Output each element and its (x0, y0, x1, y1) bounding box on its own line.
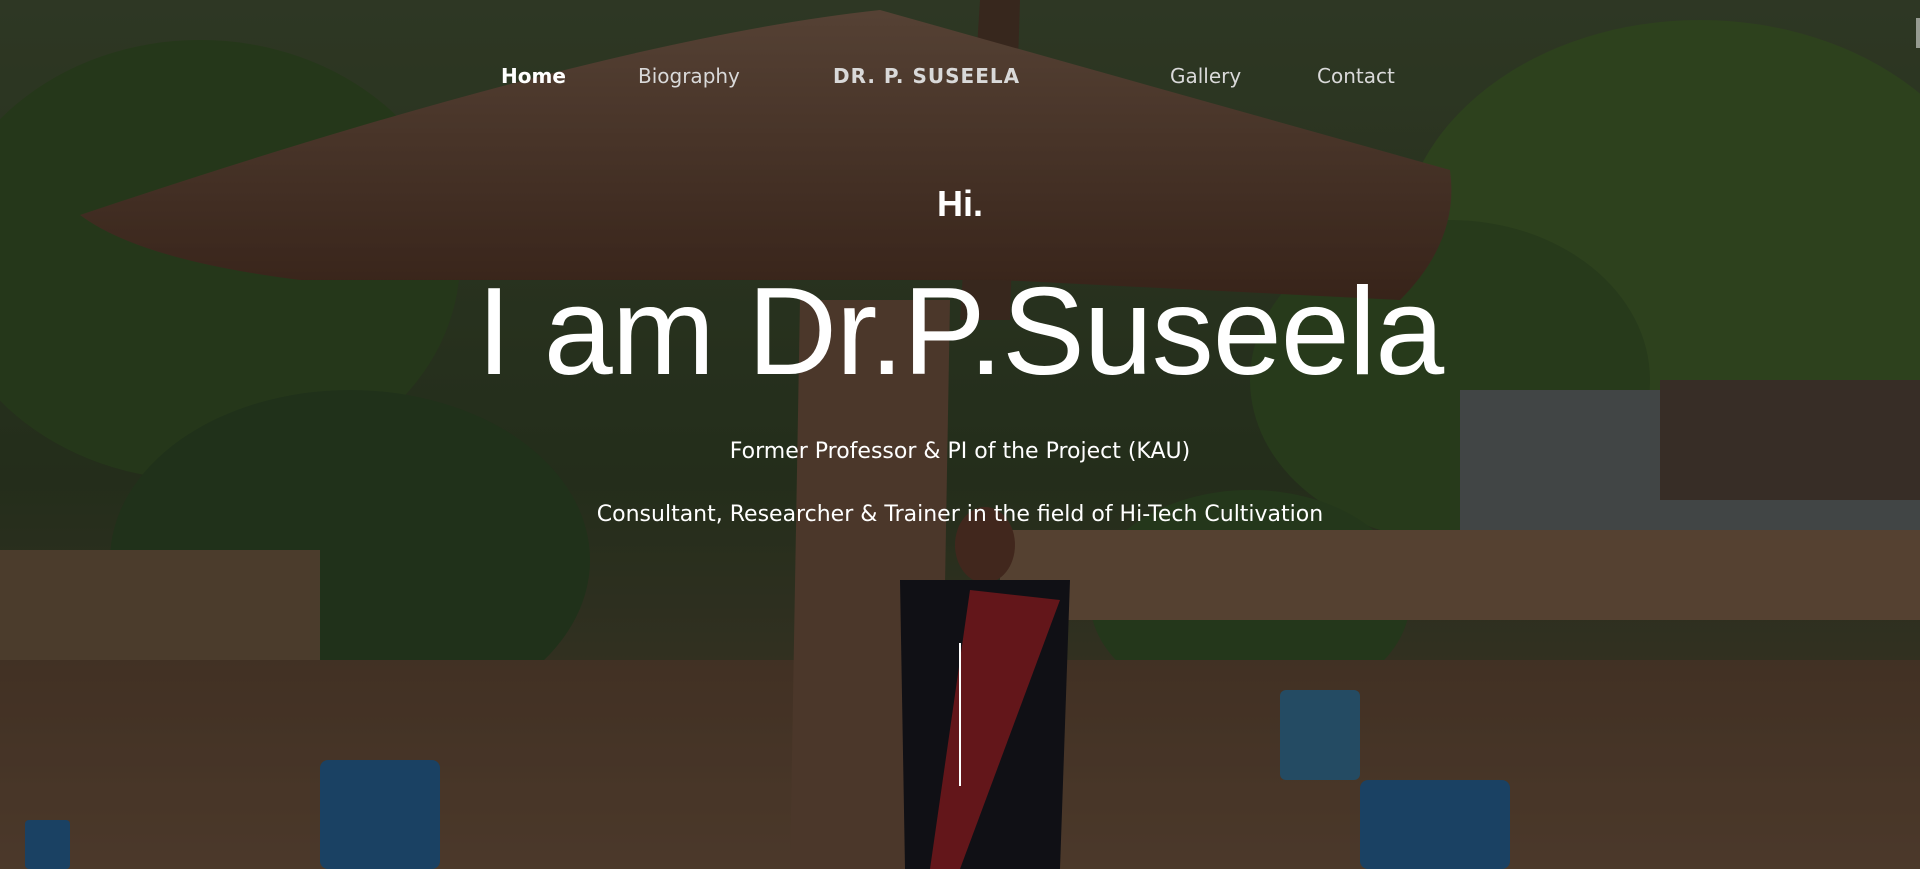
nav-home-link[interactable]: Home (501, 64, 566, 88)
page-scrollbar[interactable] (1916, 18, 1920, 48)
hero-greeting: Hi. (936, 183, 983, 224)
hero-subtitle-role: Former Professor & PI of the Project (KA… (729, 439, 1191, 464)
hero-headline: I am Dr.P.Suseela (476, 263, 1444, 401)
nav-gallery-link[interactable]: Gallery (1170, 64, 1241, 88)
nav-biography-link[interactable]: Biography (638, 64, 740, 88)
main-navigation: Home Biography DR. P. SUSEELA Gallery Co… (0, 58, 1920, 98)
hero-section: Home Biography DR. P. SUSEELA Gallery Co… (0, 0, 1920, 869)
site-brand-logo[interactable]: DR. P. SUSEELA (833, 64, 1020, 88)
hero-subtitle-expertise: Consultant, Researcher & Trainer in the … (596, 502, 1324, 527)
scroll-down-indicator-icon[interactable] (959, 643, 961, 786)
nav-contact-link[interactable]: Contact (1317, 64, 1395, 88)
